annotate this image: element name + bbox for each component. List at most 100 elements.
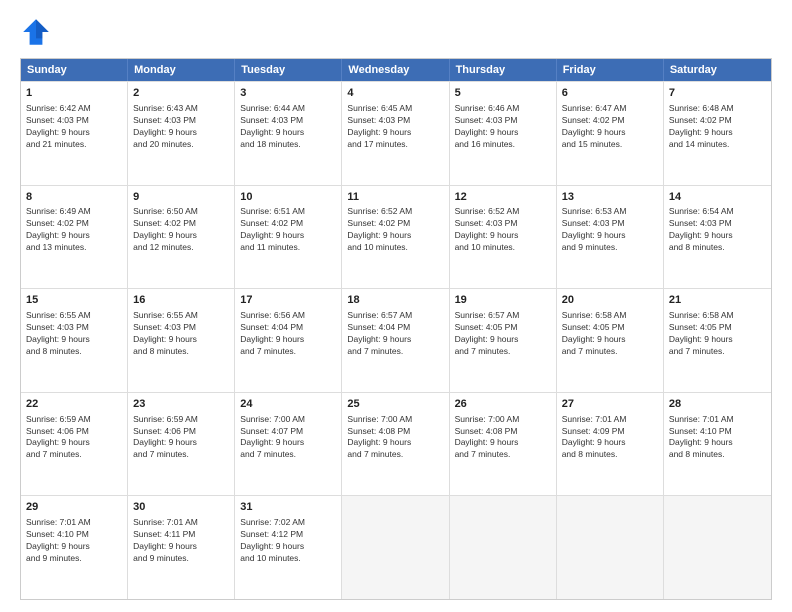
day-number: 5 [455, 86, 551, 101]
calendar-header: SundayMondayTuesdayWednesdayThursdayFrid… [21, 59, 771, 81]
day-cell-28: 28 Sunrise: 7:01 AMSunset: 4:10 PMDayligh… [664, 393, 771, 496]
day-cell-24: 24Sunrise: 7:00 AMSunset: 4:07 PMDayligh… [235, 393, 342, 496]
day-number: 30 [133, 500, 229, 515]
day-cell-16: 16 Sunrise: 6:55 AMSunset: 4:03 PMDayligh… [128, 289, 235, 392]
day-number: 17 [240, 293, 336, 308]
day-number: 16 [133, 293, 229, 308]
day-number: 27 [562, 397, 658, 412]
day-info: Sunrise: 6:57 AMSunset: 4:04 PMDaylight:… [347, 310, 443, 358]
day-info: Sunrise: 6:58 AMSunset: 4:05 PMDaylight:… [669, 310, 766, 358]
day-number: 25 [347, 397, 443, 412]
day-cell-15: 15Sunrise: 6:55 AMSunset: 4:03 PMDayligh… [21, 289, 128, 392]
day-info: Sunrise: 6:59 AMSunset: 4:06 PMDaylight:… [133, 414, 229, 462]
day-info: Sunrise: 6:44 AMSunset: 4:03 PMDaylight:… [240, 103, 336, 151]
day-info: Sunrise: 7:00 AMSunset: 4:07 PMDaylight:… [240, 414, 336, 462]
calendar: SundayMondayTuesdayWednesdayThursdayFrid… [20, 58, 772, 600]
weekday-header-friday: Friday [557, 59, 664, 81]
day-number: 3 [240, 86, 336, 101]
weekday-header-saturday: Saturday [664, 59, 771, 81]
day-cell-8: 8Sunrise: 6:49 AMSunset: 4:02 PMDaylight… [21, 186, 128, 289]
day-cell-6: 6 Sunrise: 6:47 AMSunset: 4:02 PMDaylight… [557, 82, 664, 185]
day-cell-11: 11Sunrise: 6:52 AMSunset: 4:02 PMDayligh… [342, 186, 449, 289]
calendar-row-5: 29 Sunrise: 7:01 AMSunset: 4:10 PMDayligh… [21, 495, 771, 599]
day-number: 28 [669, 397, 766, 412]
day-info: Sunrise: 6:49 AMSunset: 4:02 PMDaylight:… [26, 206, 122, 254]
day-number: 6 [562, 86, 658, 101]
day-info: Sunrise: 6:52 AMSunset: 4:03 PMDaylight:… [455, 206, 551, 254]
day-number: 11 [347, 190, 443, 205]
day-number: 8 [26, 190, 122, 205]
calendar-row-2: 8Sunrise: 6:49 AMSunset: 4:02 PMDaylight… [21, 185, 771, 289]
day-info: Sunrise: 6:51 AMSunset: 4:02 PMDaylight:… [240, 206, 336, 254]
day-number: 13 [562, 190, 658, 205]
day-info: Sunrise: 6:46 AMSunset: 4:03 PMDaylight:… [455, 103, 551, 151]
day-number: 19 [455, 293, 551, 308]
day-number: 21 [669, 293, 766, 308]
day-cell-27: 27 Sunrise: 7:01 AMSunset: 4:09 PMDayligh… [557, 393, 664, 496]
empty-cell [664, 496, 771, 599]
weekday-header-wednesday: Wednesday [342, 59, 449, 81]
day-info: Sunrise: 6:43 AMSunset: 4:03 PMDaylight:… [133, 103, 229, 151]
day-info: Sunrise: 6:57 AMSunset: 4:05 PMDaylight:… [455, 310, 551, 358]
day-number: 31 [240, 500, 336, 515]
day-info: Sunrise: 7:02 AMSunset: 4:12 PMDaylight:… [240, 517, 336, 565]
day-number: 14 [669, 190, 766, 205]
day-info: Sunrise: 6:55 AMSunset: 4:03 PMDaylight:… [133, 310, 229, 358]
day-cell-10: 10Sunrise: 6:51 AMSunset: 4:02 PMDayligh… [235, 186, 342, 289]
day-cell-7: 7 Sunrise: 6:48 AMSunset: 4:02 PMDaylight… [664, 82, 771, 185]
day-number: 2 [133, 86, 229, 101]
day-cell-31: 31 Sunrise: 7:02 AMSunset: 4:12 PMDayligh… [235, 496, 342, 599]
day-number: 4 [347, 86, 443, 101]
day-number: 20 [562, 293, 658, 308]
empty-cell [557, 496, 664, 599]
day-number: 1 [26, 86, 122, 101]
day-number: 23 [133, 397, 229, 412]
weekday-header-tuesday: Tuesday [235, 59, 342, 81]
day-cell-23: 23 Sunrise: 6:59 AMSunset: 4:06 PMDayligh… [128, 393, 235, 496]
day-cell-30: 30 Sunrise: 7:01 AMSunset: 4:11 PMDayligh… [128, 496, 235, 599]
weekday-header-thursday: Thursday [450, 59, 557, 81]
day-info: Sunrise: 7:00 AMSunset: 4:08 PMDaylight:… [347, 414, 443, 462]
day-info: Sunrise: 6:42 AMSunset: 4:03 PMDaylight:… [26, 103, 122, 151]
calendar-body: 1 Sunrise: 6:42 AMSunset: 4:03 PMDaylight… [21, 81, 771, 599]
day-info: Sunrise: 6:54 AMSunset: 4:03 PMDaylight:… [669, 206, 766, 254]
day-info: Sunrise: 6:56 AMSunset: 4:04 PMDaylight:… [240, 310, 336, 358]
day-cell-9: 9Sunrise: 6:50 AMSunset: 4:02 PMDaylight… [128, 186, 235, 289]
day-number: 10 [240, 190, 336, 205]
day-info: Sunrise: 6:58 AMSunset: 4:05 PMDaylight:… [562, 310, 658, 358]
day-number: 9 [133, 190, 229, 205]
empty-cell [450, 496, 557, 599]
day-cell-4: 4 Sunrise: 6:45 AMSunset: 4:03 PMDaylight… [342, 82, 449, 185]
day-cell-29: 29 Sunrise: 7:01 AMSunset: 4:10 PMDayligh… [21, 496, 128, 599]
day-number: 7 [669, 86, 766, 101]
day-cell-19: 19 Sunrise: 6:57 AMSunset: 4:05 PMDayligh… [450, 289, 557, 392]
day-number: 26 [455, 397, 551, 412]
day-number: 29 [26, 500, 122, 515]
day-info: Sunrise: 7:01 AMSunset: 4:10 PMDaylight:… [669, 414, 766, 462]
day-cell-25: 25 Sunrise: 7:00 AMSunset: 4:08 PMDayligh… [342, 393, 449, 496]
day-info: Sunrise: 7:01 AMSunset: 4:11 PMDaylight:… [133, 517, 229, 565]
day-info: Sunrise: 6:52 AMSunset: 4:02 PMDaylight:… [347, 206, 443, 254]
day-info: Sunrise: 7:01 AMSunset: 4:10 PMDaylight:… [26, 517, 122, 565]
day-info: Sunrise: 6:59 AMSunset: 4:06 PMDaylight:… [26, 414, 122, 462]
header [20, 16, 772, 48]
day-cell-26: 26 Sunrise: 7:00 AMSunset: 4:08 PMDayligh… [450, 393, 557, 496]
day-info: Sunrise: 6:47 AMSunset: 4:02 PMDaylight:… [562, 103, 658, 151]
day-number: 15 [26, 293, 122, 308]
day-cell-18: 18Sunrise: 6:57 AMSunset: 4:04 PMDayligh… [342, 289, 449, 392]
day-cell-17: 17 Sunrise: 6:56 AMSunset: 4:04 PMDayligh… [235, 289, 342, 392]
logo [20, 16, 56, 48]
day-cell-13: 13Sunrise: 6:53 AMSunset: 4:03 PMDayligh… [557, 186, 664, 289]
empty-cell [342, 496, 449, 599]
calendar-row-4: 22Sunrise: 6:59 AMSunset: 4:06 PMDayligh… [21, 392, 771, 496]
day-info: Sunrise: 7:01 AMSunset: 4:09 PMDaylight:… [562, 414, 658, 462]
day-info: Sunrise: 6:50 AMSunset: 4:02 PMDaylight:… [133, 206, 229, 254]
day-number: 12 [455, 190, 551, 205]
day-info: Sunrise: 6:45 AMSunset: 4:03 PMDaylight:… [347, 103, 443, 151]
day-cell-1: 1 Sunrise: 6:42 AMSunset: 4:03 PMDaylight… [21, 82, 128, 185]
day-info: Sunrise: 6:48 AMSunset: 4:02 PMDaylight:… [669, 103, 766, 151]
calendar-row-3: 15 Sunrise: 6:55 AMSunset: 4:03 PMDayligh… [21, 288, 771, 392]
logo-icon [20, 16, 52, 48]
page: SundayMondayTuesdayWednesdayThursdayFrid… [0, 0, 792, 612]
day-info: Sunrise: 7:00 AMSunset: 4:08 PMDaylight:… [455, 414, 551, 462]
